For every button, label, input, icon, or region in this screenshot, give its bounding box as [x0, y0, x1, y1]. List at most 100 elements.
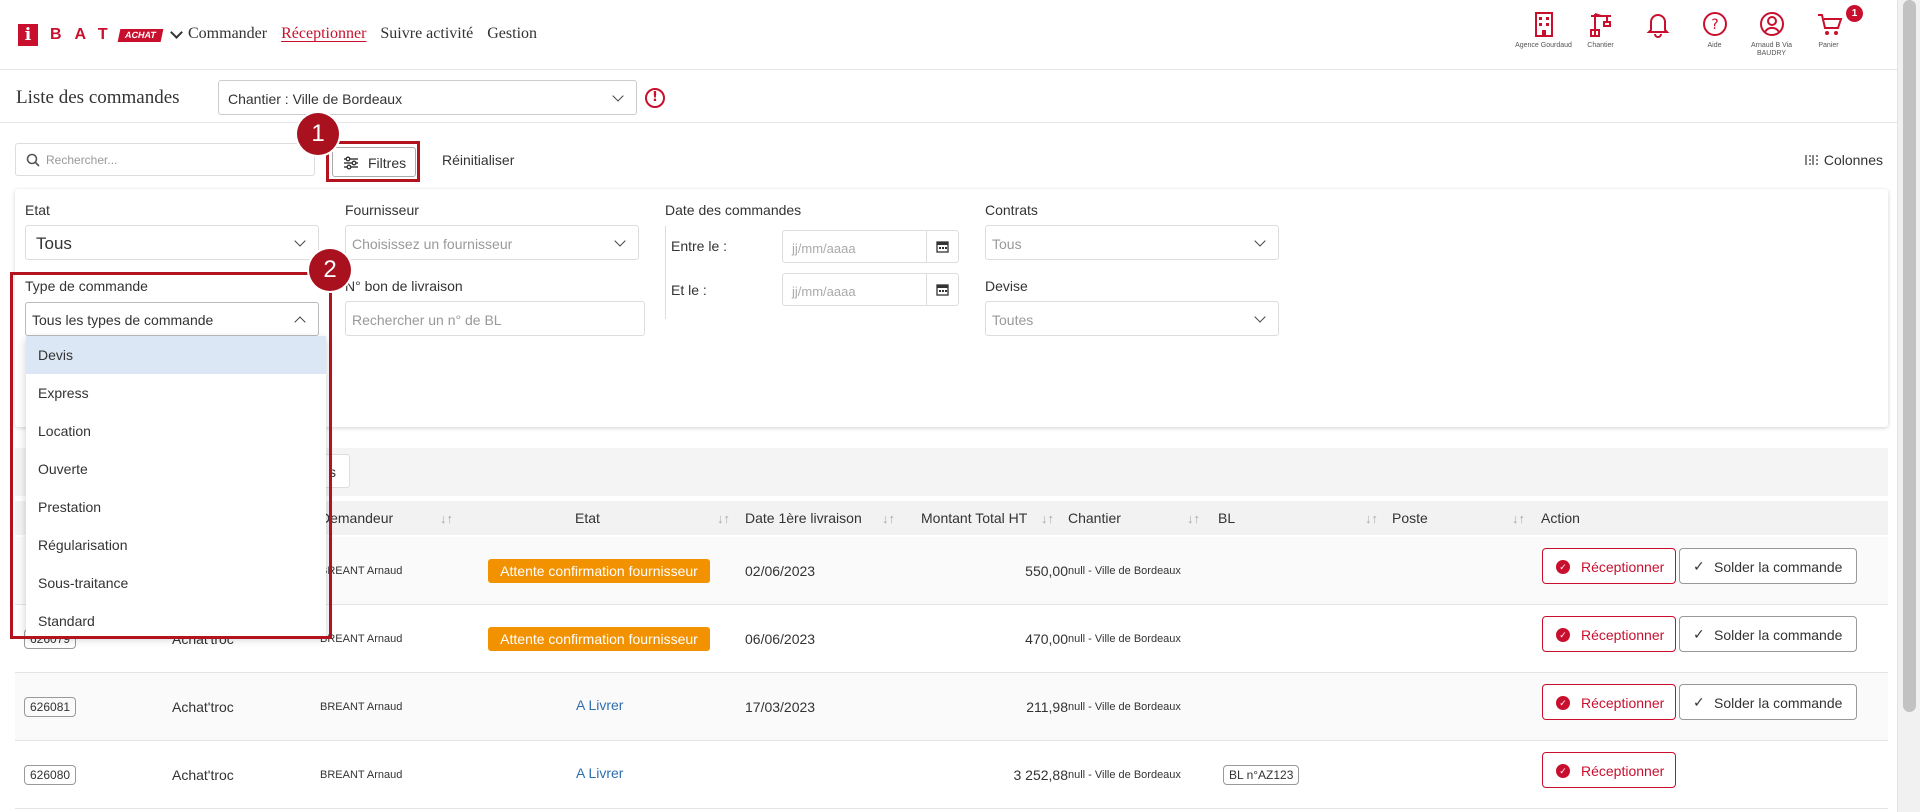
chevron-down-icon — [612, 90, 624, 102]
sort-icon[interactable]: ↓↑ — [440, 511, 453, 526]
row-demandeur: BREANT Arnaud — [320, 633, 403, 645]
devise-select[interactable]: Toutes — [985, 301, 1279, 336]
contrats-select[interactable]: Tous — [985, 225, 1279, 260]
help-icon: ? — [1702, 12, 1727, 36]
bl-search-input[interactable]: Rechercher un n° de BL — [345, 301, 645, 336]
date-divider — [665, 226, 666, 319]
solder-label: Solder la commande — [1714, 695, 1843, 711]
chevron-down-icon — [1254, 235, 1266, 247]
contrats-value: Tous — [992, 236, 1022, 252]
chevron-down-icon[interactable] — [169, 26, 183, 39]
receptionner-label: Réceptionner — [1581, 763, 1665, 779]
nav-commander[interactable]: Commander — [188, 25, 267, 43]
etat-select[interactable]: Tous — [25, 225, 319, 260]
solder-label: Solder la commande — [1714, 627, 1843, 643]
col-poste[interactable]: Poste — [1392, 510, 1428, 526]
receptionner-button[interactable]: ✓ Réceptionner — [1542, 752, 1676, 788]
solder-commande-button[interactable]: ✓ Solder la commande — [1679, 684, 1857, 720]
chevron-down-icon — [294, 235, 306, 247]
bl-chip[interactable]: BL n°AZ123 — [1223, 765, 1300, 785]
row-demandeur: BREANT Arnaud — [320, 701, 403, 713]
chantier-button[interactable]: Chantier — [1572, 10, 1629, 58]
nav-gestion[interactable]: Gestion — [487, 25, 537, 43]
receptionner-label: Réceptionner — [1581, 627, 1665, 643]
date-start-input[interactable]: jj/mm/aaaa — [782, 230, 959, 263]
bl-placeholder: Rechercher un n° de BL — [352, 312, 502, 328]
annotation-step-1: 1 — [297, 113, 339, 155]
status-badge: A Livrer — [576, 697, 624, 713]
col-montant[interactable]: Montant Total HT — [921, 510, 1027, 526]
table-row[interactable]: 626080 Achat'troc BREANT Arnaud A Livrer… — [15, 741, 1888, 809]
status-badge: Attente confirmation fournisseur — [488, 559, 710, 583]
search-icon — [26, 153, 40, 167]
agence-button[interactable]: Agence Gourdaud — [1515, 10, 1572, 58]
sort-icon[interactable]: ↓↑ — [1187, 511, 1200, 526]
sort-icon[interactable]: ↓↑ — [717, 511, 730, 526]
bl-label: N° bon de livraison — [345, 278, 463, 294]
col-date-livraison[interactable]: Date 1ère livraison — [745, 510, 862, 526]
check-icon: ✓ — [1693, 558, 1705, 574]
row-montant: 3 252,88 — [1013, 767, 1069, 783]
agence-label: Agence Gourdaud — [1515, 42, 1572, 49]
row-montant: 470,00 — [1025, 631, 1068, 647]
site-select[interactable]: Chantier : Ville de Bordeaux — [218, 80, 637, 115]
solder-commande-button[interactable]: ✓ Solder la commande — [1679, 548, 1857, 584]
col-bl[interactable]: BL — [1218, 510, 1235, 526]
col-chantier[interactable]: Chantier — [1068, 510, 1121, 526]
vertical-scrollbar[interactable] — [1897, 0, 1920, 812]
fournisseur-label: Fournisseur — [345, 202, 419, 218]
etat-label: Etat — [25, 202, 50, 218]
main-menu: Commander Réceptionner Suivre activité G… — [188, 25, 537, 43]
sort-icon[interactable]: ↓↑ — [1365, 511, 1378, 526]
user-account-button[interactable]: Arnaud B Via BAUDRY — [1743, 10, 1800, 58]
reinitialiser-button[interactable]: Réinitialiser — [442, 152, 514, 168]
date-end-input[interactable]: jj/mm/aaaa — [782, 273, 959, 306]
row-chantier: null - Ville de Bordeaux — [1068, 769, 1181, 781]
search-input[interactable]: Rechercher... — [15, 143, 315, 176]
receptionner-button[interactable]: ✓ Réceptionner — [1542, 684, 1676, 720]
page-header: Liste des commandes Chantier : Ville de … — [0, 71, 1897, 123]
logo-achat-badge: ACHAT — [117, 28, 163, 42]
fournisseur-placeholder: Choisissez un fournisseur — [352, 236, 513, 252]
solder-commande-button[interactable]: ✓ Solder la commande — [1679, 616, 1857, 652]
etat-value: Tous — [36, 234, 72, 253]
row-chantier: null - Ville de Bordeaux — [1068, 701, 1181, 713]
row-type: Achat'troc — [172, 767, 234, 783]
row-demandeur: BREANT Arnaud — [320, 769, 403, 781]
sort-icon[interactable]: ↓↑ — [1512, 511, 1525, 526]
annotation-highlight-filtres — [326, 141, 420, 182]
devise-value: Toutes — [992, 312, 1034, 328]
info-icon[interactable]: ! — [645, 88, 665, 108]
nav-suivre-activite[interactable]: Suivre activité — [380, 25, 473, 43]
receptionner-button[interactable]: ✓ Réceptionner — [1542, 616, 1676, 652]
aide-button[interactable]: ? Aide — [1686, 10, 1743, 58]
col-etat[interactable]: Etat — [575, 510, 600, 526]
status-badge: A Livrer — [576, 765, 624, 781]
colonnes-button[interactable]: Colonnes — [1805, 152, 1883, 168]
toolbar-icons: Agence Gourdaud Chantier ? Aide Arnaud B… — [1515, 10, 1857, 58]
status-badge: Attente confirmation fournisseur — [488, 627, 710, 651]
cart-icon — [1817, 14, 1842, 35]
notifications-button[interactable] — [1629, 10, 1686, 58]
ibat-logo[interactable]: i BAT ACHAT — [18, 24, 183, 46]
nav-receptionner[interactable]: Réceptionner — [281, 25, 366, 43]
scrollbar-thumb[interactable] — [1903, 0, 1916, 712]
check-circle-icon: ✓ — [1556, 764, 1570, 778]
date-end-placeholder: jj/mm/aaaa — [792, 284, 856, 299]
row-montant: 550,00 — [1025, 563, 1068, 579]
calendar-icon[interactable] — [926, 231, 958, 262]
logo-letters: BAT — [50, 26, 121, 43]
table-row[interactable]: 626081 Achat'troc BREANT Arnaud A Livrer… — [15, 673, 1888, 741]
receptionner-button[interactable]: ✓ Réceptionner — [1542, 548, 1676, 584]
sort-icon[interactable]: ↓↑ — [1041, 511, 1054, 526]
order-id-chip[interactable]: 626080 — [24, 765, 77, 785]
row-date: 17/03/2023 — [745, 699, 816, 715]
cart-count-badge: 1 — [1846, 5, 1863, 22]
calendar-icon[interactable] — [926, 274, 958, 305]
svg-text:?: ? — [1711, 17, 1718, 33]
order-id-chip[interactable]: 626081 — [24, 697, 77, 717]
fournisseur-select[interactable]: Choisissez un fournisseur — [345, 225, 639, 260]
sort-icon[interactable]: ↓↑ — [882, 511, 895, 526]
entre-le-label: Entre le : — [671, 238, 728, 254]
contrats-label: Contrats — [985, 202, 1038, 218]
